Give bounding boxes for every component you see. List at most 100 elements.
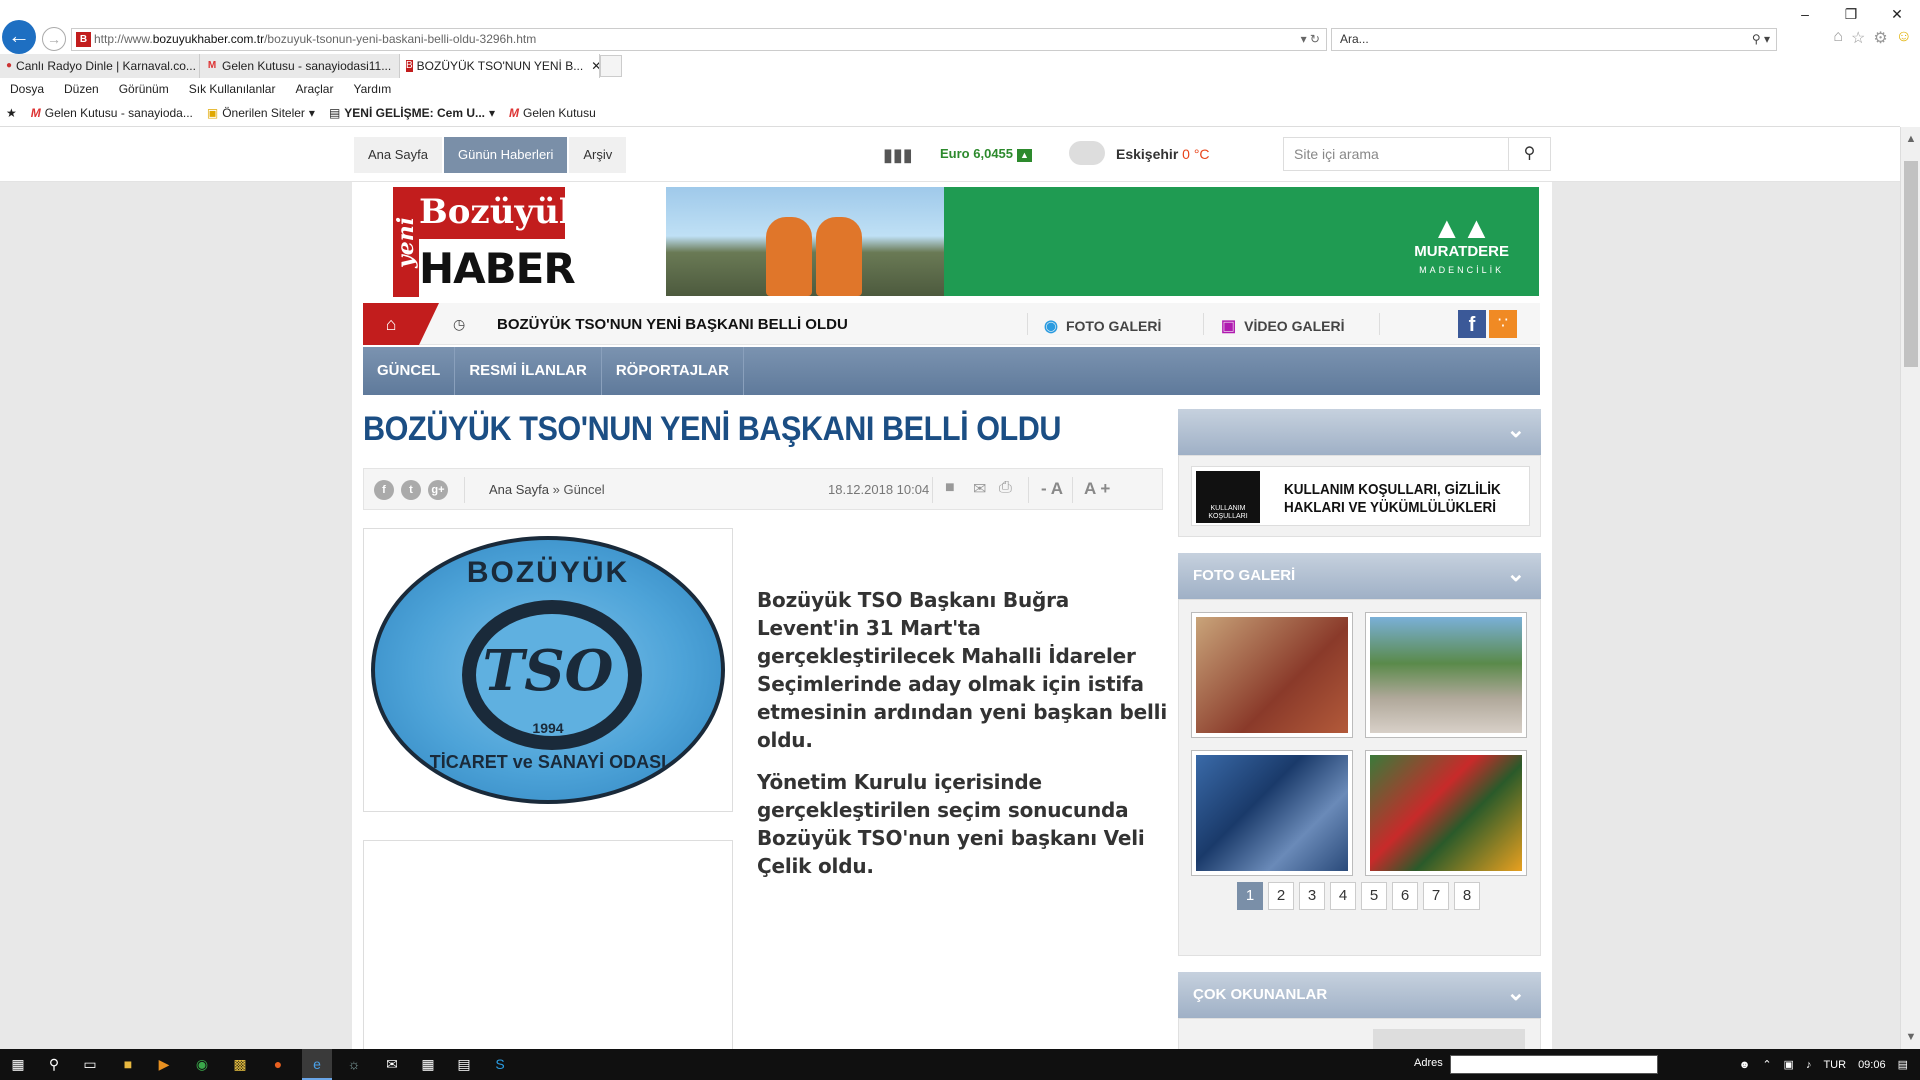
notifications-icon[interactable]: ▤ [1898, 1058, 1908, 1071]
back-button[interactable]: ← [2, 20, 36, 54]
menu-araclar[interactable]: Araçlar [285, 79, 343, 99]
tab-gmail[interactable]: M Gelen Kutusu - sanayiodasi11... [200, 54, 400, 78]
fav-gmail-2[interactable]: M Gelen Kutusu [509, 106, 596, 120]
site-logo[interactable]: yeni Bozüyük HABER [393, 187, 582, 297]
mail-icon[interactable]: ✉ [380, 1053, 404, 1075]
video-galeri-link[interactable]: ▣ VİDEO GALERİ [1221, 316, 1344, 336]
nav-arsiv[interactable]: Arşiv [569, 137, 627, 173]
terms-link[interactable]: KULLANIM KOŞULLARI KULLANIM KOŞULLARI, G… [1191, 466, 1530, 526]
chevron-down-icon[interactable]: ⌄ [1507, 417, 1525, 443]
page-3[interactable]: 3 [1299, 882, 1325, 910]
fav-suggested[interactable]: ▣ Önerilen Siteler ▾ [207, 106, 315, 120]
search-icon[interactable]: ⚲ ▾ [1752, 29, 1770, 50]
search-icon[interactable]: ⚲ [42, 1053, 66, 1075]
firefox-icon[interactable]: ● [266, 1053, 290, 1075]
calculator-icon[interactable]: ▤ [452, 1053, 476, 1075]
fav-news[interactable]: ▤ YENİ GELİŞME: Cem U... ▾ [329, 106, 495, 120]
page-scrollbar[interactable]: ▲ ▼ [1900, 127, 1920, 1049]
windows-start-icon[interactable]: ▦ [6, 1053, 30, 1075]
chevron-up-icon[interactable]: ⌃ [1762, 1058, 1771, 1071]
site-search-button[interactable]: ⚲ [1509, 137, 1551, 171]
home-button[interactable]: ⌂ [363, 303, 439, 345]
page-4[interactable]: 4 [1330, 882, 1356, 910]
ad-banner[interactable]: ▲▲ MURATDERE MADENCİLİK [666, 187, 1539, 296]
page-8[interactable]: 8 [1454, 882, 1480, 910]
page-1[interactable]: 1 [1237, 882, 1263, 910]
print-icon[interactable]: ⎙ [999, 479, 1012, 497]
file-explorer-icon[interactable]: ■ [116, 1053, 140, 1075]
task-view-icon[interactable]: ▭ [78, 1053, 102, 1075]
scroll-down-icon[interactable]: ▼ [1901, 1031, 1920, 1043]
skype-icon[interactable]: S [488, 1053, 512, 1075]
minimize-icon[interactable]: – [1782, 0, 1828, 28]
media-player-icon[interactable]: ▶ [152, 1053, 176, 1075]
browser-search-input[interactable]: Ara... ⚲ ▾ [1331, 28, 1777, 51]
volume-icon[interactable]: ♪ [1806, 1059, 1812, 1071]
favorites-star-icon[interactable]: ☆ [1851, 28, 1865, 48]
page-2[interactable]: 2 [1268, 882, 1294, 910]
stats-chart-icon[interactable]: ▮▮▮ [883, 145, 913, 166]
scroll-thumb[interactable] [1904, 161, 1918, 367]
clock[interactable]: 09:06 [1858, 1059, 1886, 1071]
comment-icon[interactable]: ■ [945, 479, 955, 497]
gallery-thumbnail[interactable] [1191, 750, 1353, 876]
fav-gmail-1[interactable]: M Gelen Kutusu - sanayioda... [31, 106, 193, 120]
address-toolbar-input[interactable] [1450, 1055, 1658, 1074]
category-resmi-ilanlar[interactable]: RESMİ İLANLAR [455, 347, 602, 395]
tab-bozuyuk[interactable]: BBOZÜYÜK TSO'NUN YENİ B... ✕ [400, 54, 600, 78]
rss-icon[interactable]: ∵ [1489, 310, 1517, 338]
most-read-header[interactable]: ÇOK OKUNANLAR ⌄ [1178, 972, 1541, 1018]
people-icon[interactable]: ☻ [1739, 1059, 1751, 1071]
category-guncel[interactable]: GÜNCEL [363, 347, 456, 395]
language-indicator[interactable]: TUR [1823, 1059, 1846, 1071]
scroll-up-icon[interactable]: ▲ [1901, 133, 1920, 145]
chevron-down-icon[interactable]: ⌄ [1507, 561, 1525, 587]
mail-icon[interactable]: ✉ [973, 479, 986, 499]
gallery-thumbnail[interactable] [1191, 612, 1353, 738]
font-increase-button[interactable]: A + [1084, 479, 1110, 499]
foto-galeri-link[interactable]: ◉ FOTO GALERİ [1044, 316, 1161, 336]
close-icon[interactable]: ✕ [1874, 0, 1920, 28]
menu-yardim[interactable]: Yardım [343, 79, 401, 99]
nav-ana-sayfa[interactable]: Ana Sayfa [354, 137, 442, 173]
menu-duzen[interactable]: Düzen [54, 79, 109, 99]
menu-favorites[interactable]: Sık Kullanılanlar [179, 79, 286, 99]
settings-gear-icon[interactable]: ⚙ [1873, 28, 1887, 48]
menu-gorunum[interactable]: Görünüm [109, 79, 179, 99]
photo-gallery-header[interactable]: FOTO GALERİ ⌄ [1178, 553, 1541, 599]
facebook-share-icon[interactable]: f [374, 480, 394, 500]
sidebar-box-header[interactable]: ⌄ [1178, 409, 1541, 455]
page-6[interactable]: 6 [1392, 882, 1418, 910]
page-5[interactable]: 5 [1361, 882, 1387, 910]
home-icon[interactable]: ⌂ [1833, 28, 1843, 48]
tab-close-icon[interactable]: ✕ [591, 54, 599, 78]
twitter-share-icon[interactable]: t [401, 480, 421, 500]
refresh-icon[interactable]: ▾ ↻ [1301, 29, 1320, 50]
ticker-headline[interactable]: BOZÜYÜK TSO'NUN YENİ BAŞKANI BELLİ OLDU [497, 316, 848, 333]
internet-explorer-icon[interactable]: e [305, 1053, 329, 1075]
new-tab-button[interactable] [600, 55, 622, 77]
chevron-down-icon[interactable]: ⌄ [1507, 980, 1525, 1006]
menu-dosya[interactable]: Dosya [0, 79, 54, 99]
google-plus-share-icon[interactable]: g+ [428, 480, 448, 500]
restore-icon[interactable]: ❐ [1828, 0, 1874, 28]
notes-icon[interactable]: ▩ [228, 1053, 252, 1075]
facebook-icon[interactable]: f [1458, 310, 1486, 338]
breadcrumb-home[interactable]: Ana Sayfa [489, 482, 549, 497]
smiley-icon[interactable]: ☺ [1896, 28, 1912, 48]
chrome-icon[interactable]: ◉ [190, 1053, 214, 1075]
category-roportajlar[interactable]: RÖPORTAJLAR [602, 347, 744, 395]
store-icon[interactable]: ▦ [416, 1053, 440, 1075]
url-bar[interactable]: B http://www.bozuyukhaber.com.tr/bozuyuk… [71, 28, 1327, 51]
favorites-star-icon[interactable]: ★ [6, 106, 17, 120]
font-decrease-button[interactable]: - A [1041, 479, 1063, 499]
gallery-thumbnail[interactable] [1365, 612, 1527, 738]
site-search-input[interactable]: Site içi arama [1283, 137, 1509, 171]
most-read-tab[interactable] [1373, 1029, 1525, 1049]
breadcrumb-category[interactable]: » Güncel [553, 482, 605, 497]
network-icon[interactable]: ▣ [1784, 1058, 1794, 1071]
tab-karnaval[interactable]: ● Canlı Radyo Dinle | Karnaval.co... [0, 54, 200, 78]
gallery-thumbnail[interactable] [1365, 750, 1527, 876]
nav-gunun-haberleri[interactable]: Günün Haberleri [444, 137, 568, 173]
network-app-icon[interactable]: ☼ [342, 1053, 366, 1075]
